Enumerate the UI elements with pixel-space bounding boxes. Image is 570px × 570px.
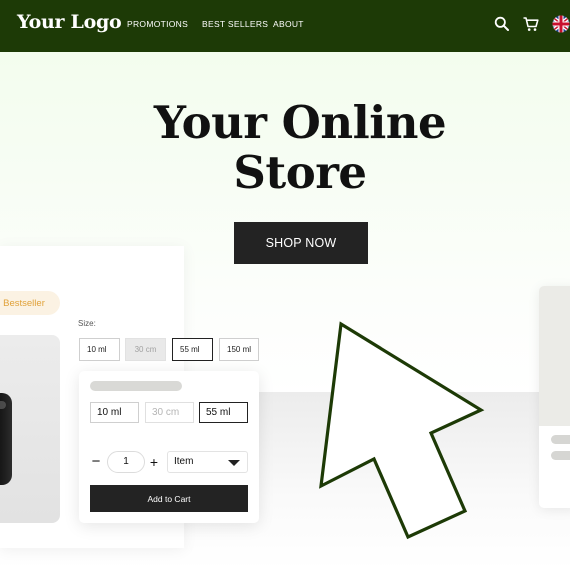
site-header: Your Logo PROMOTIONS BEST SELLERS ABOUT bbox=[0, 0, 570, 52]
size-option-150ml[interactable]: 150 ml bbox=[219, 338, 259, 361]
add-to-cart-button[interactable]: Add to Cart bbox=[90, 485, 248, 512]
popover-size-10ml[interactable]: 10 ml bbox=[90, 402, 139, 423]
nav-about[interactable]: ABOUT bbox=[273, 19, 304, 29]
nav-best-sellers[interactable]: BEST SELLERS bbox=[202, 19, 268, 29]
page: Your Logo PROMOTIONS BEST SELLERS ABOUT bbox=[0, 0, 570, 570]
product-image[interactable] bbox=[0, 335, 60, 523]
hero-title: Your Online Store bbox=[0, 98, 570, 198]
hero-title-line-2: Store bbox=[233, 146, 367, 199]
quantity-increment-button[interactable]: + bbox=[148, 452, 160, 472]
unit-select-value: Item bbox=[174, 456, 194, 467]
popover-size-55ml[interactable]: 55 ml bbox=[199, 402, 248, 423]
quantity-input[interactable]: 1 bbox=[107, 451, 145, 473]
cart-icon[interactable] bbox=[522, 15, 540, 33]
size-option-55ml[interactable]: 55 ml bbox=[172, 338, 213, 361]
chevron-down-icon bbox=[228, 460, 240, 466]
size-option-30cm[interactable]: 30 cm bbox=[125, 338, 166, 361]
quantity-decrement-button[interactable]: − bbox=[90, 452, 102, 472]
popover-size-30cm[interactable]: 30 cm bbox=[145, 402, 194, 423]
search-icon[interactable] bbox=[493, 15, 511, 33]
hero-title-line-1: Your Online bbox=[153, 96, 447, 149]
title-placeholder-bar bbox=[90, 381, 182, 391]
shop-now-button[interactable]: SHOP NOW bbox=[234, 222, 368, 264]
secondary-product-card[interactable] bbox=[539, 286, 570, 508]
secondary-product-image bbox=[539, 286, 570, 426]
nav-promotions[interactable]: PROMOTIONS bbox=[127, 19, 188, 29]
secondary-price-placeholder bbox=[551, 451, 570, 460]
site-logo[interactable]: Your Logo bbox=[17, 11, 122, 33]
uk-flag-icon[interactable] bbox=[550, 15, 570, 33]
size-option-10ml[interactable]: 10 ml bbox=[79, 338, 120, 361]
unit-select[interactable]: Item bbox=[167, 451, 248, 473]
size-label: Size: bbox=[78, 319, 96, 328]
secondary-title-placeholder bbox=[551, 435, 570, 444]
bestseller-badge: Bestseller bbox=[0, 291, 60, 315]
